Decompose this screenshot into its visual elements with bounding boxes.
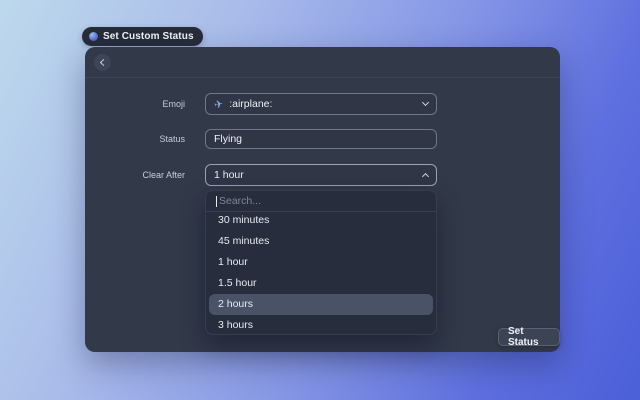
desktop-background: Set Custom Status Emoji ✈ :airplane: Sta… — [0, 0, 640, 400]
window-title-pill: Set Custom Status — [82, 27, 203, 46]
dialog-header — [85, 47, 560, 78]
dropdown-option[interactable]: 30 minutes — [206, 210, 436, 231]
app-icon — [89, 32, 98, 41]
chevron-down-icon — [422, 99, 429, 106]
dropdown-option[interactable]: 1 hour — [206, 252, 436, 273]
airplane-emoji-icon: ✈ — [213, 97, 225, 112]
status-field-wrap — [205, 129, 437, 149]
text-caret — [216, 196, 217, 207]
emoji-select[interactable]: ✈ :airplane: — [205, 93, 437, 115]
clear-after-select[interactable]: 1 hour — [205, 164, 437, 186]
clear-after-value: 1 hour — [214, 169, 244, 181]
emoji-label: Emoji — [85, 99, 185, 109]
dropdown-options: 30 minutes45 minutes1 hour1.5 hour2 hour… — [206, 212, 436, 335]
chevron-left-icon — [100, 59, 107, 66]
set-custom-status-dialog: Emoji ✈ :airplane: Status Clear After 1 … — [85, 47, 560, 352]
back-button[interactable] — [94, 54, 111, 71]
emoji-select-value: :airplane: — [229, 98, 272, 110]
dropdown-search-row — [206, 191, 436, 212]
clear-after-label: Clear After — [85, 170, 185, 180]
dropdown-option[interactable]: 2 hours — [209, 294, 433, 315]
dropdown-option[interactable]: 1.5 hour — [206, 273, 436, 294]
dropdown-search-input[interactable] — [219, 195, 426, 207]
clear-after-dropdown: 30 minutes45 minutes1 hour1.5 hour2 hour… — [205, 190, 437, 335]
status-label: Status — [85, 134, 185, 144]
window-title: Set Custom Status — [103, 31, 194, 42]
dropdown-option[interactable]: 45 minutes — [206, 231, 436, 252]
set-status-button[interactable]: Set Status — [498, 328, 560, 346]
chevron-up-icon — [422, 173, 429, 180]
dropdown-option[interactable]: 3 hours — [206, 315, 436, 335]
status-input[interactable] — [214, 133, 428, 145]
